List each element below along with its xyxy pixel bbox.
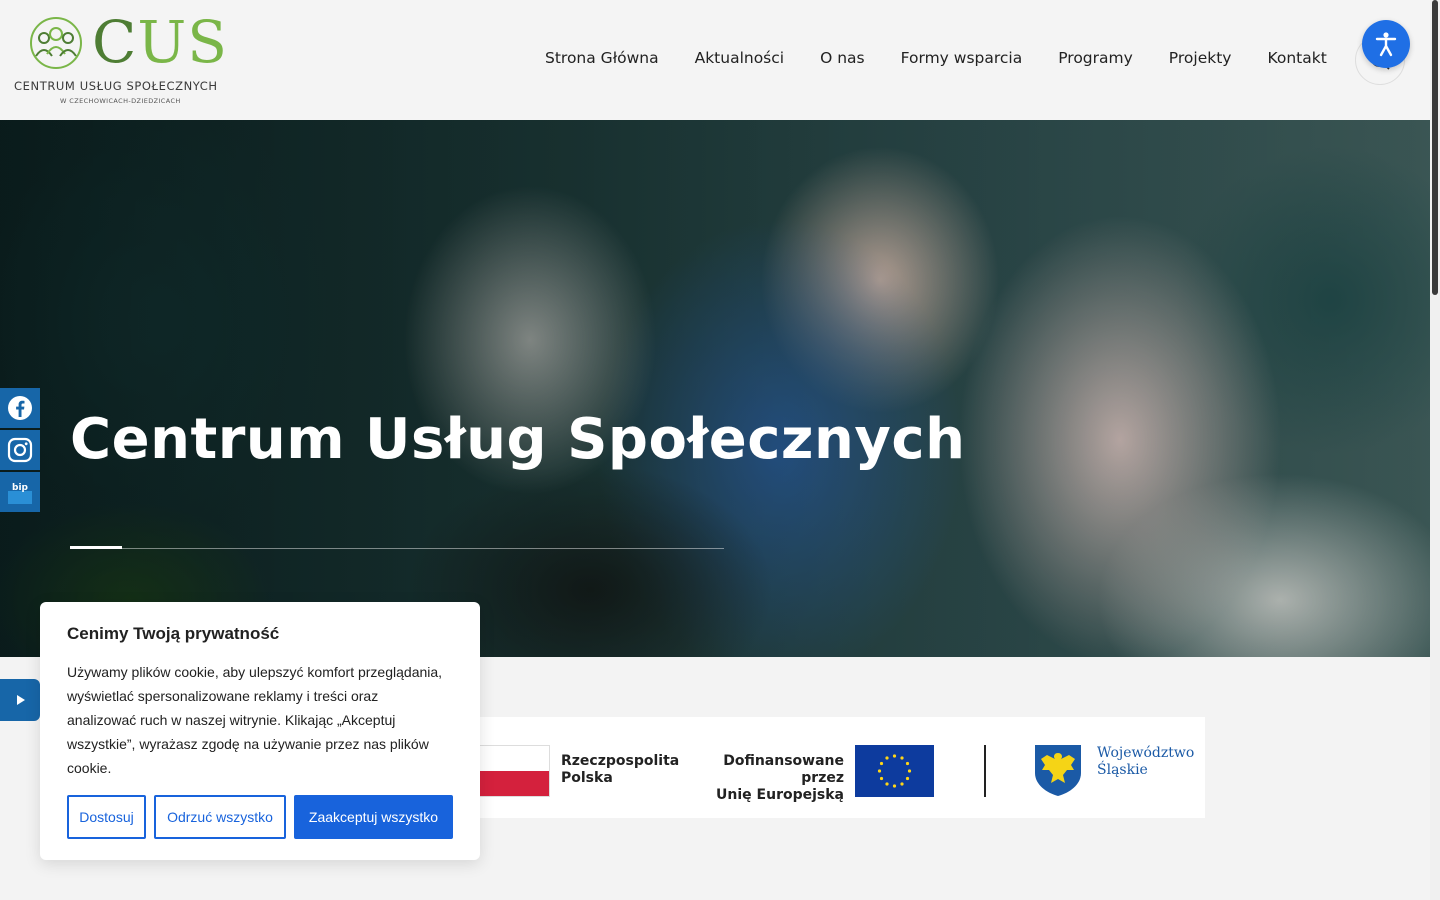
nav-item-news[interactable]: Aktualności <box>695 49 785 67</box>
play-icon <box>17 695 25 705</box>
cookie-accept-button[interactable]: Zaakceptuj wszystko <box>294 795 453 839</box>
nav-item-projects[interactable]: Projekty <box>1169 49 1232 67</box>
nav-item-home[interactable]: Strona Główna <box>545 49 659 67</box>
logo-subtitle: W CZECHOWICACH-DZIEDZICACH <box>60 97 181 105</box>
instagram-link[interactable] <box>0 430 40 470</box>
facebook-icon <box>8 396 32 420</box>
eu-flag-icon <box>855 745 934 797</box>
instagram-icon <box>7 437 33 463</box>
site-header: CUS CENTRUM USŁUG SPOŁECZNYCH W CZECHOWI… <box>0 0 1430 120</box>
facebook-link[interactable] <box>0 388 40 428</box>
slider-progress-track <box>70 548 724 549</box>
cookie-customize-button[interactable]: Dostosuj <box>67 795 146 839</box>
cookie-title: Cenimy Twoją prywatność <box>67 624 280 643</box>
cookie-description: Używamy plików cookie, aby ulepszyć komf… <box>67 664 443 776</box>
nav-item-about[interactable]: O nas <box>820 49 865 67</box>
eu-line2: Unię Europejską <box>716 787 844 803</box>
eu-funding-label: Dofinansowane przez Unię Europejską <box>696 753 844 804</box>
logo-divider <box>984 745 986 797</box>
hero-overlay <box>0 120 1430 657</box>
logo-title: CUS <box>92 8 229 76</box>
play-button[interactable] <box>0 679 40 721</box>
eu-line1: Dofinansowane przez <box>723 753 844 786</box>
polish-flag-icon <box>478 745 550 797</box>
accessibility-icon <box>1375 32 1397 57</box>
nav-item-programs[interactable]: Programy <box>1058 49 1133 67</box>
nav-item-contact[interactable]: Kontakt <box>1267 49 1326 67</box>
rp-line2: Polska <box>561 770 613 786</box>
scrollbar-thumb[interactable] <box>1432 0 1438 295</box>
accessibility-button[interactable] <box>1362 20 1410 68</box>
slider-progress-fill <box>70 546 122 549</box>
rp-label: Rzeczpospolita Polska <box>561 753 679 787</box>
nav-item-support[interactable]: Formy wsparcia <box>901 49 1023 67</box>
cookie-consent-banner: Cenimy Twoją prywatność Używamy plików c… <box>40 602 480 860</box>
main-nav: Strona Główna Aktualności O nas Formy ws… <box>545 49 1363 67</box>
silesia-label: Województwo Śląskie <box>1097 745 1194 779</box>
bip-label: bip <box>12 483 29 493</box>
bip-link[interactable]: bip <box>0 472 40 512</box>
logo-name: CENTRUM USŁUG SPOŁECZNYCH <box>14 79 218 93</box>
hero-banner: Centrum Usług Społecznych <box>0 120 1430 657</box>
funding-logos-strip: Rzeczpospolita Polska Dofinansowane prze… <box>478 717 1205 818</box>
site-logo[interactable]: CUS CENTRUM USŁUG SPOŁECZNYCH W CZECHOWI… <box>14 8 236 108</box>
woj-line1: Województwo <box>1097 745 1195 761</box>
silesia-eagle-icon <box>1035 745 1081 796</box>
woj-line2: Śląskie <box>1097 762 1148 778</box>
hero-title: Centrum Usług Społecznych <box>70 407 966 472</box>
bip-icon: bip <box>8 480 32 504</box>
people-logo-icon <box>30 17 82 69</box>
rp-line1: Rzeczpospolita <box>561 753 680 769</box>
cookie-reject-button[interactable]: Odrzuć wszystko <box>154 795 286 839</box>
